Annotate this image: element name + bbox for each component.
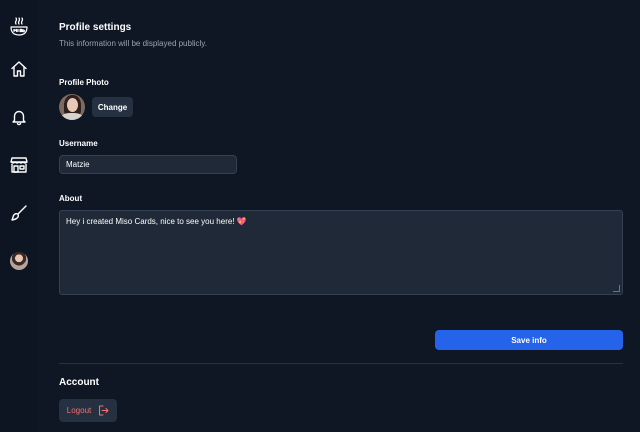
home-icon[interactable] <box>7 57 31 81</box>
about-label: About <box>59 194 83 203</box>
logout-label: Logout <box>66 406 92 415</box>
section-divider <box>59 363 623 364</box>
change-photo-button[interactable]: Change <box>92 97 133 117</box>
app-window: Profile settings This information will b… <box>0 0 640 432</box>
resize-handle-icon[interactable] <box>613 285 620 292</box>
logout-icon <box>99 405 109 416</box>
profile-photo-avatar <box>59 94 85 120</box>
about-textarea[interactable]: Hey i created Miso Cards, nice to see yo… <box>59 210 623 295</box>
miso-logo-icon[interactable] <box>7 15 31 39</box>
page-subtitle: This information will be displayed publi… <box>59 39 207 48</box>
profile-photo-label: Profile Photo <box>59 78 109 87</box>
bell-icon[interactable] <box>7 105 31 129</box>
page-title: Profile settings <box>59 22 132 33</box>
account-section-title: Account <box>59 377 99 388</box>
save-info-button[interactable]: Save info <box>435 330 623 350</box>
logout-button[interactable]: Logout <box>59 399 117 422</box>
username-label: Username <box>59 139 98 148</box>
store-icon[interactable] <box>7 153 31 177</box>
username-input[interactable]: Matzie <box>59 155 237 174</box>
avatar[interactable] <box>10 252 28 270</box>
paintbrush-icon[interactable] <box>7 201 31 225</box>
sidebar <box>0 0 38 432</box>
about-text: Hey i created Miso Cards, nice to see yo… <box>66 217 247 226</box>
